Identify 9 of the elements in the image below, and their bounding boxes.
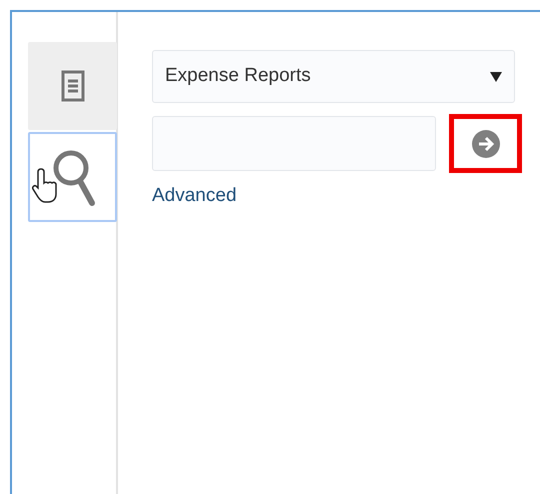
category-dropdown[interactable]: Expense Reports (152, 50, 515, 103)
side-tab[interactable] (28, 132, 117, 222)
advanced-link[interactable]: Advanced (152, 182, 526, 210)
arrow-circle-icon (472, 130, 500, 158)
side-tab[interactable] (28, 42, 117, 130)
go-button[interactable] (449, 114, 522, 173)
search-field[interactable] (152, 116, 436, 171)
document-icon (60, 70, 84, 102)
caret-icon (490, 72, 502, 82)
